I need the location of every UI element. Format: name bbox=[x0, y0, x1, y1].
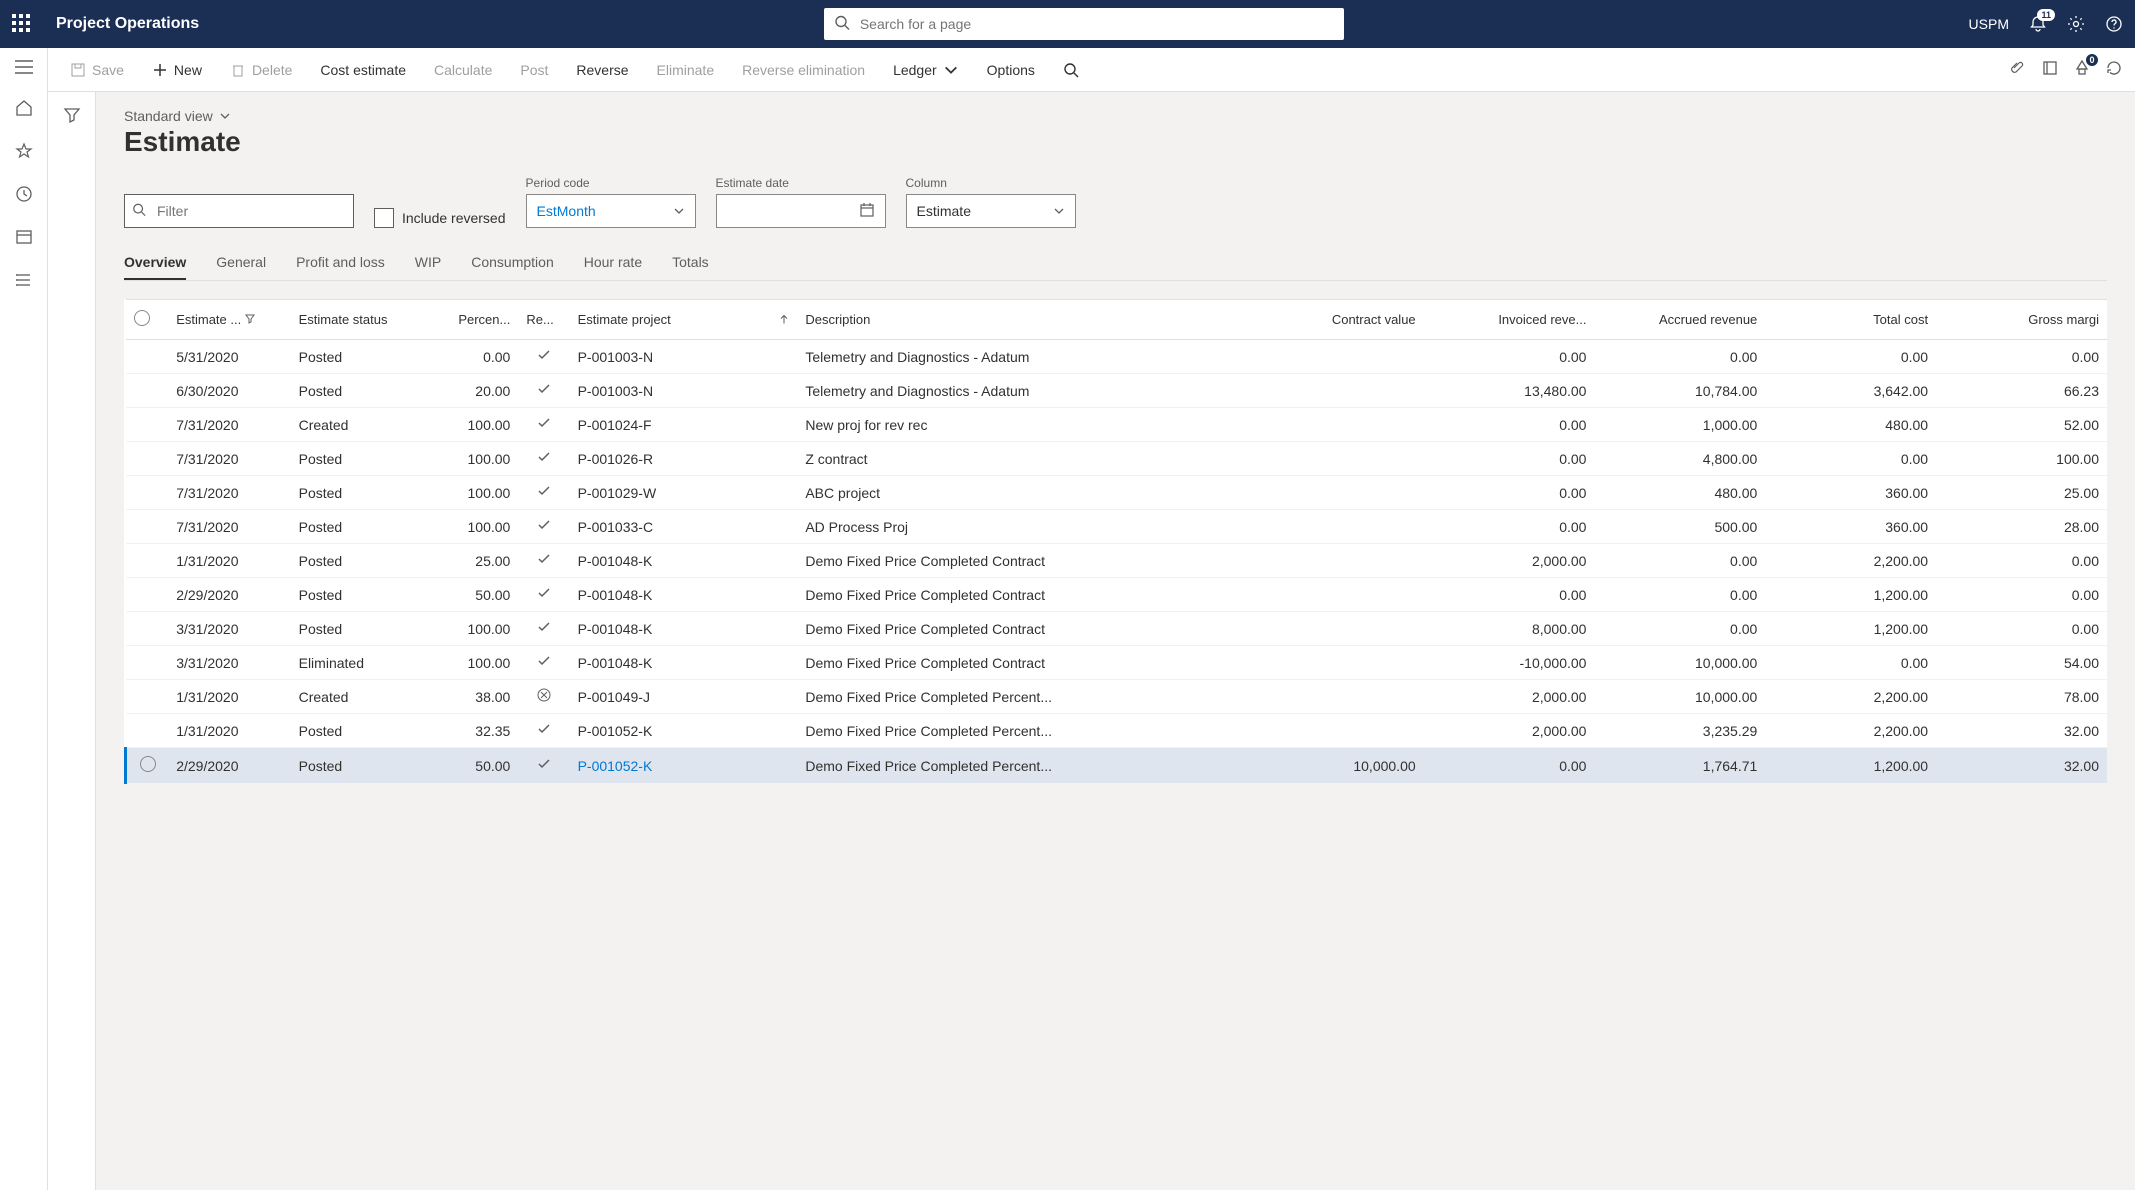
recent-icon[interactable] bbox=[15, 185, 33, 206]
tab-consumption[interactable]: Consumption bbox=[471, 246, 554, 280]
funnel-icon[interactable] bbox=[245, 312, 255, 327]
attachments-icon[interactable] bbox=[2009, 59, 2027, 80]
modules-icon[interactable] bbox=[15, 271, 33, 292]
col-contract-value[interactable]: Contract value bbox=[1253, 300, 1424, 340]
filter-pane bbox=[48, 92, 96, 1190]
table-row[interactable]: 7/31/2020Posted100.00P-001029-WABC proje… bbox=[126, 476, 2108, 510]
column-label: Column bbox=[906, 176, 1076, 190]
notification-badge: 11 bbox=[2037, 9, 2055, 21]
col-status[interactable]: Estimate status bbox=[291, 300, 428, 340]
table-row[interactable]: 7/31/2020Posted100.00P-001033-CAD Proces… bbox=[126, 510, 2108, 544]
delete-button[interactable]: Delete bbox=[220, 56, 302, 84]
sort-asc-icon bbox=[779, 312, 789, 327]
include-reversed-checkbox[interactable]: Include reversed bbox=[374, 208, 506, 228]
ledger-dropdown[interactable]: Ledger bbox=[883, 56, 969, 84]
left-nav bbox=[0, 48, 48, 1190]
tab-overview[interactable]: Overview bbox=[124, 246, 186, 280]
table-row[interactable]: 1/31/2020Created38.00P-001049-JDemo Fixe… bbox=[126, 680, 2108, 714]
check-icon bbox=[537, 349, 551, 365]
messages-icon[interactable]: 0 bbox=[2073, 59, 2091, 80]
tab-wip[interactable]: WIP bbox=[415, 246, 441, 280]
check-icon bbox=[537, 383, 551, 399]
x-circle-icon bbox=[537, 689, 551, 705]
new-button[interactable]: New bbox=[142, 56, 212, 84]
command-bar: Save New Delete Cost estimate Calculate … bbox=[48, 48, 2135, 92]
col-accrued-revenue[interactable]: Accrued revenue bbox=[1594, 300, 1765, 340]
help-button[interactable] bbox=[2105, 15, 2123, 33]
search-input[interactable] bbox=[824, 8, 1344, 40]
check-icon bbox=[537, 621, 551, 637]
reverse-elimination-button[interactable]: Reverse elimination bbox=[732, 56, 875, 84]
page-title: Estimate bbox=[124, 126, 2107, 158]
col-total-cost[interactable]: Total cost bbox=[1765, 300, 1936, 340]
check-icon bbox=[537, 587, 551, 603]
column-dropdown[interactable]: Estimate bbox=[906, 194, 1076, 228]
col-re[interactable]: Re... bbox=[518, 300, 569, 340]
table-row[interactable]: 7/31/2020Posted100.00P-001026-RZ contrac… bbox=[126, 442, 2108, 476]
check-icon bbox=[537, 417, 551, 433]
search-icon bbox=[834, 15, 850, 34]
app-launcher-icon[interactable] bbox=[12, 14, 32, 34]
estimate-grid: Estimate ... Estimate status Percen... R… bbox=[124, 299, 2107, 784]
check-icon bbox=[537, 655, 551, 671]
col-invoiced-revenue[interactable]: Invoiced reve... bbox=[1424, 300, 1595, 340]
table-row[interactable]: 1/31/2020Posted25.00P-001048-KDemo Fixed… bbox=[126, 544, 2108, 578]
table-row[interactable]: 2/29/2020Posted50.00P-001048-KDemo Fixed… bbox=[126, 578, 2108, 612]
check-icon bbox=[537, 758, 551, 774]
col-project[interactable]: Estimate project bbox=[570, 300, 798, 340]
table-row[interactable]: 7/31/2020Created100.00P-001024-FNew proj… bbox=[126, 408, 2108, 442]
checkbox-icon[interactable] bbox=[374, 208, 394, 228]
col-gross-margin[interactable]: Gross margi bbox=[1936, 300, 2107, 340]
table-row[interactable]: 2/29/2020Posted50.00P-001052-KDemo Fixed… bbox=[126, 748, 2108, 784]
app-title: Project Operations bbox=[56, 15, 199, 33]
funnel-icon[interactable] bbox=[63, 106, 81, 127]
legal-entity[interactable]: USPM bbox=[1969, 16, 2009, 32]
table-row[interactable]: 5/31/2020Posted0.00P-001003-NTelemetry a… bbox=[126, 340, 2108, 374]
tab-strip: Overview General Profit and loss WIP Consump… bbox=[124, 246, 2107, 281]
table-row[interactable]: 3/31/2020Eliminated100.00P-001048-KDemo … bbox=[126, 646, 2108, 680]
filter-search-icon bbox=[132, 203, 146, 220]
check-icon bbox=[537, 485, 551, 501]
col-percent[interactable]: Percen... bbox=[427, 300, 518, 340]
options-button[interactable]: Options bbox=[977, 56, 1045, 84]
workspaces-icon[interactable] bbox=[15, 228, 33, 249]
refresh-icon[interactable] bbox=[2105, 59, 2123, 80]
view-selector[interactable]: Standard view bbox=[124, 108, 2107, 124]
tab-hour-rate[interactable]: Hour rate bbox=[584, 246, 642, 280]
find-button[interactable] bbox=[1053, 56, 1089, 84]
tab-totals[interactable]: Totals bbox=[672, 246, 709, 280]
notifications-button[interactable]: 11 bbox=[2029, 15, 2047, 33]
settings-button[interactable] bbox=[2067, 15, 2085, 33]
period-code-label: Period code bbox=[526, 176, 696, 190]
col-select[interactable] bbox=[126, 300, 169, 340]
check-icon bbox=[537, 451, 551, 467]
office-icon[interactable] bbox=[2041, 59, 2059, 80]
table-row[interactable]: 1/31/2020Posted32.35P-001052-KDemo Fixed… bbox=[126, 714, 2108, 748]
global-search[interactable] bbox=[824, 8, 1344, 40]
period-code-dropdown[interactable]: EstMonth bbox=[526, 194, 696, 228]
col-description[interactable]: Description bbox=[797, 300, 1253, 340]
favorites-icon[interactable] bbox=[15, 142, 33, 163]
estimate-date-input[interactable] bbox=[716, 194, 886, 228]
table-row[interactable]: 3/31/2020Posted100.00P-001048-KDemo Fixe… bbox=[126, 612, 2108, 646]
calculate-button[interactable]: Calculate bbox=[424, 56, 502, 84]
estimate-date-label: Estimate date bbox=[716, 176, 886, 190]
hamburger-icon[interactable] bbox=[15, 60, 33, 77]
check-icon bbox=[537, 519, 551, 535]
home-icon[interactable] bbox=[15, 99, 33, 120]
post-button[interactable]: Post bbox=[510, 56, 558, 84]
cost-estimate-button[interactable]: Cost estimate bbox=[310, 56, 416, 84]
table-row[interactable]: 6/30/2020Posted20.00P-001003-NTelemetry … bbox=[126, 374, 2108, 408]
calendar-icon bbox=[859, 202, 875, 221]
tab-profit-and-loss[interactable]: Profit and loss bbox=[296, 246, 385, 280]
eliminate-button[interactable]: Eliminate bbox=[647, 56, 725, 84]
tab-general[interactable]: General bbox=[216, 246, 266, 280]
check-icon bbox=[537, 723, 551, 739]
col-estimate-date[interactable]: Estimate ... bbox=[168, 300, 290, 340]
check-icon bbox=[537, 553, 551, 569]
grid-filter-input[interactable] bbox=[124, 194, 354, 228]
reverse-button[interactable]: Reverse bbox=[566, 56, 638, 84]
save-button[interactable]: Save bbox=[60, 56, 134, 84]
top-header: Project Operations USPM 11 bbox=[0, 0, 2135, 48]
